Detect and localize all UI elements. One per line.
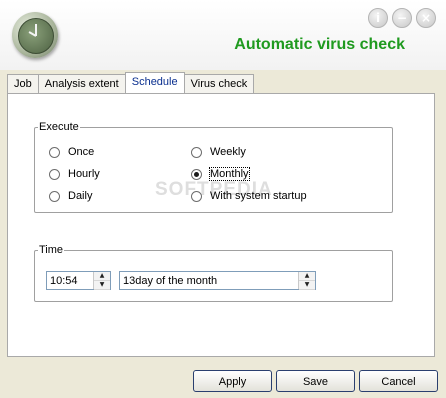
header-bar: Automatic virus check i − × [0,0,446,70]
save-button[interactable]: Save [276,370,355,392]
radio-system-startup-label: With system startup [210,190,307,202]
time-legend: Time [39,244,64,256]
radio-circle[interactable] [191,190,202,202]
tab-virus-check[interactable]: Virus check [183,74,255,93]
clock-icon [12,12,58,58]
day-spinner[interactable]: 13day of the month ▲ ▼ [119,271,316,290]
radio-circle[interactable] [191,146,202,158]
radio-weekly-label: Weekly [210,146,246,158]
radio-once-label: Once [68,146,95,158]
time-value: 10:54 [50,275,78,287]
tab-analysis-extent[interactable]: Analysis extent [37,74,126,93]
radio-circle[interactable] [49,168,60,180]
radio-hourly[interactable]: Hourly [49,168,100,180]
spin-down-icon[interactable]: ▼ [94,281,110,290]
radio-daily[interactable]: Daily [49,190,92,202]
radio-circle[interactable] [49,146,60,158]
tab-job[interactable]: Job [7,74,39,93]
day-value: 13day of the month [123,275,218,287]
day-spinner-buttons: ▲ ▼ [298,272,315,290]
radio-circle[interactable] [49,190,60,202]
execute-legend: Execute [39,121,79,133]
radio-monthly-label: Monthly [209,167,250,181]
window-title: Automatic virus check [234,36,405,53]
radio-daily-label: Daily [68,190,93,202]
tab-strip: Job Analysis extent Schedule Virus check [7,72,255,93]
clock-face [18,18,54,54]
spin-up-icon[interactable]: ▲ [299,272,315,281]
radio-hourly-label: Hourly [68,168,100,180]
time-spinner-buttons: ▲ ▼ [93,272,110,290]
spin-down-icon[interactable]: ▼ [299,281,315,290]
main-panel: Job Analysis extent Schedule Virus check… [0,70,446,398]
header-controls: i − × [368,8,436,28]
time-spinner[interactable]: 10:54 ▲ ▼ [46,271,111,290]
radio-once[interactable]: Once [49,146,94,158]
schedule-tab-content: SOFTPEDIA Execute Once Hourly Daily Week… [7,93,435,357]
radio-monthly[interactable]: Monthly [191,167,250,181]
close-icon[interactable]: × [416,8,436,28]
tab-schedule[interactable]: Schedule [124,72,185,93]
minimize-icon[interactable]: − [392,8,412,28]
radio-system-startup[interactable]: With system startup [191,190,307,202]
radio-weekly[interactable]: Weekly [191,146,246,158]
cancel-button[interactable]: Cancel [359,370,438,392]
apply-button[interactable]: Apply [193,370,272,392]
radio-circle-selected[interactable] [191,168,202,180]
spin-up-icon[interactable]: ▲ [94,272,110,281]
info-icon[interactable]: i [368,8,388,28]
